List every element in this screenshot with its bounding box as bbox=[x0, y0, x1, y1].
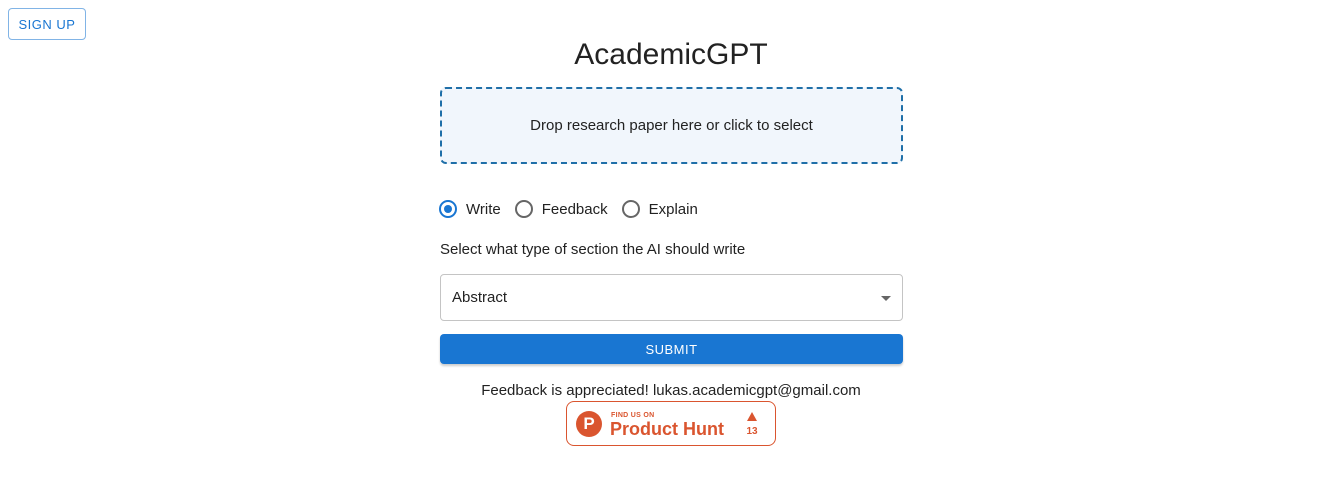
submit-button[interactable]: SUBMIT bbox=[440, 334, 903, 364]
caret-down-icon bbox=[881, 296, 891, 301]
radio-write[interactable]: Write bbox=[439, 200, 501, 218]
radio-write-label: Write bbox=[466, 200, 501, 218]
section-type-label: Select what type of section the AI shoul… bbox=[440, 241, 746, 258]
radio-explain[interactable]: Explain bbox=[621, 200, 698, 218]
section-type-value: Abstract bbox=[452, 289, 508, 306]
page-title: AcademicGPT bbox=[574, 38, 768, 71]
section-type-select[interactable]: Abstract bbox=[440, 274, 903, 321]
product-hunt-name: Product Hunt bbox=[610, 419, 724, 439]
product-hunt-logo-icon: P bbox=[576, 411, 602, 437]
product-hunt-vote-count: 13 bbox=[746, 426, 758, 437]
mode-radio-group: Write Feedback Explain bbox=[439, 198, 712, 220]
radio-checked-icon bbox=[439, 200, 457, 218]
radio-unchecked-icon bbox=[514, 200, 533, 218]
feedback-contact-text: Feedback is appreciated! lukas.academicg… bbox=[481, 382, 861, 399]
radio-feedback-label: Feedback bbox=[541, 200, 608, 218]
upvote-arrow-icon bbox=[747, 412, 757, 421]
dropzone-text: Drop research paper here or click to sel… bbox=[530, 117, 813, 134]
radio-explain-label: Explain bbox=[648, 200, 698, 218]
sign-up-button[interactable]: SIGN UP bbox=[8, 8, 86, 40]
product-hunt-badge[interactable]: P FIND US ON Product Hunt 13 bbox=[566, 401, 776, 446]
radio-feedback[interactable]: Feedback bbox=[514, 200, 608, 218]
product-hunt-tagline: FIND US ON bbox=[611, 412, 655, 419]
radio-unchecked-icon bbox=[621, 200, 640, 218]
file-dropzone[interactable]: Drop research paper here or click to sel… bbox=[440, 87, 903, 164]
